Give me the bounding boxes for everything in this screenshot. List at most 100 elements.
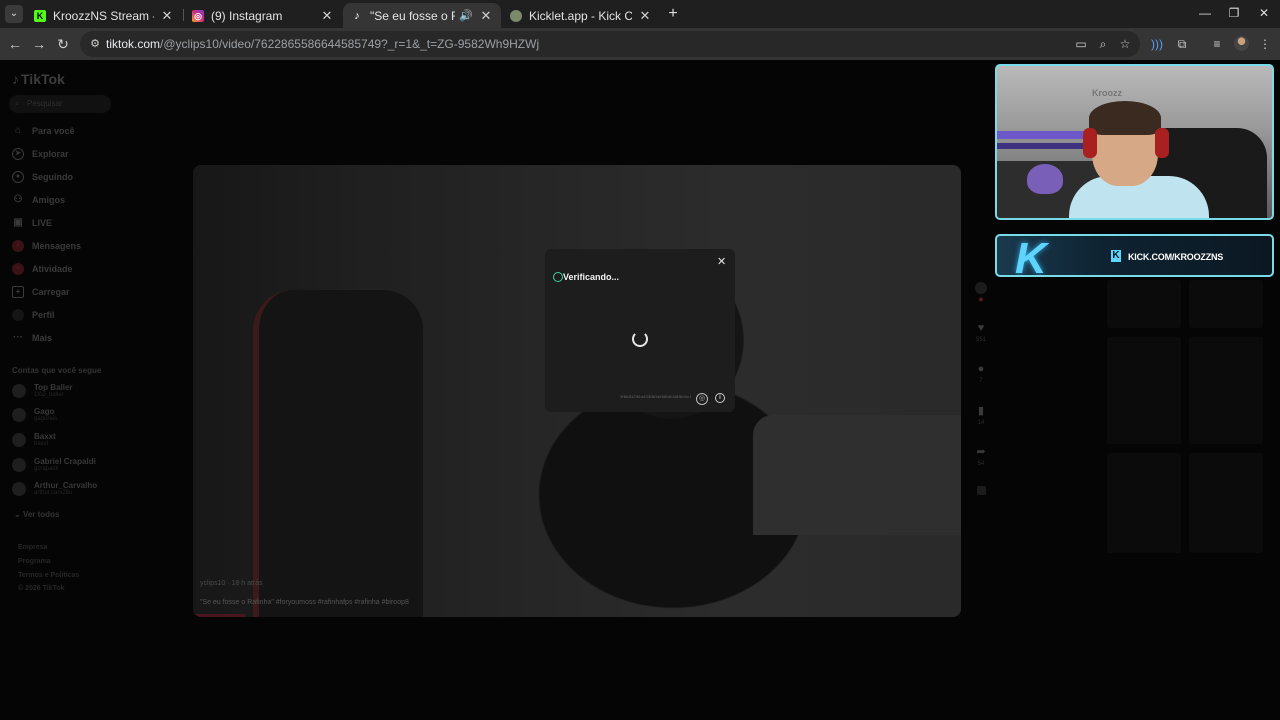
video-caption: "Se eu fosse o Rafinha" #foryoumoss #raf…: [200, 599, 409, 606]
url-text[interactable]: tiktok.com/@yclips10/video/7622865586644…: [106, 37, 539, 51]
nav-explore[interactable]: ➤ Explorar: [12, 146, 69, 162]
save-button[interactable]: ▮ 14: [973, 404, 989, 426]
tab-tiktok-video[interactable]: ♪ "Se eu fosse o Rafinha" #ba 🔊 ✕: [343, 3, 501, 28]
followed-account[interactable]: Top Baller 1top_baller: [12, 383, 73, 398]
wall-sign: Kroozz: [1092, 88, 1122, 98]
close-icon[interactable]: ✕: [160, 8, 174, 24]
followed-account[interactable]: Baxxt baxxt: [12, 432, 56, 447]
tab-instagram[interactable]: ◎ (9) Instagram ✕: [184, 3, 342, 28]
music-disc-icon: [976, 486, 986, 495]
related-video-thumb[interactable]: [1189, 337, 1263, 444]
share-button[interactable]: ➦ 54: [973, 445, 989, 467]
extension-wave-icon[interactable]: ))): [1149, 36, 1165, 52]
close-window-icon[interactable]: ✕: [1256, 6, 1272, 20]
footer-terms-link[interactable]: Termos e Políticas: [18, 572, 79, 579]
headphones-icon: [1083, 128, 1097, 158]
extensions-puzzle-icon[interactable]: ⧉: [1174, 36, 1190, 52]
kick-channel-banner: K K KICK.COM/KROOZZNS: [995, 234, 1274, 277]
close-icon[interactable]: ✕: [320, 8, 334, 24]
info-icon[interactable]: i: [715, 393, 725, 403]
restore-icon[interactable]: ❐: [1226, 6, 1242, 20]
captcha-dialog: Verificando... ✕ 3f6b81296d433f8f4ef66b8…: [545, 249, 735, 412]
related-video-thumb[interactable]: [1189, 280, 1263, 328]
share-icon: ➦: [976, 446, 986, 458]
friends-icon: ⚇: [13, 194, 23, 205]
chevron-down-icon: ⌄: [14, 510, 23, 519]
captcha-request-id: 3f6b81296d433f8f4ef66b8d38f6d4c1: [620, 394, 692, 399]
avatar: [12, 481, 26, 496]
heart-icon: ♥: [977, 322, 985, 334]
video-author[interactable]: yclips10 · 18 h atrás: [200, 580, 263, 587]
tab-kicklet[interactable]: Kicklet.app - Kick Chatbot and ✕: [502, 3, 660, 28]
see-all-link[interactable]: ⌄ Ver todos: [14, 510, 59, 519]
avatar: [12, 383, 26, 398]
comment-button[interactable]: ● 7: [973, 363, 989, 384]
activity-icon: ▼: [12, 263, 24, 275]
nav-live[interactable]: ▣ LIVE: [12, 215, 52, 231]
nav-following[interactable]: ● Seguindo: [12, 169, 73, 185]
search-icon: ⌕: [15, 99, 20, 108]
address-bar[interactable]: ⚙ tiktok.com/@yclips10/video/76228655866…: [80, 31, 1140, 57]
messages-icon: ▼: [12, 240, 24, 252]
avatar: [12, 432, 26, 447]
forward-icon[interactable]: →: [30, 35, 48, 53]
nav-upload[interactable]: + Carregar: [12, 284, 70, 300]
new-tab-button[interactable]: +: [664, 5, 682, 23]
nav-more[interactable]: ··· Mais: [12, 330, 52, 346]
site-info-icon[interactable]: ⚙: [88, 37, 102, 51]
menu-kebab-icon[interactable]: ⋮: [1257, 36, 1273, 52]
minimize-icon[interactable]: —: [1197, 6, 1213, 20]
author-avatar-button[interactable]: ●: [973, 282, 989, 304]
tab-search-button[interactable]: ⌄: [5, 5, 23, 23]
kick-small-icon: K: [1111, 250, 1121, 262]
video-progress-bar[interactable]: [193, 614, 245, 617]
zoom-icon[interactable]: ⌕: [1095, 36, 1111, 52]
close-icon[interactable]: ✕: [717, 255, 726, 268]
following-accounts-title: Contas que você segue: [12, 366, 102, 375]
search-input[interactable]: ⌕ Pesquisar: [9, 95, 111, 113]
footer-company-link[interactable]: Empresa: [18, 544, 48, 551]
kick-logo-icon: K: [1015, 234, 1047, 277]
like-button[interactable]: ♥ 551: [973, 322, 989, 343]
nav-for-you[interactable]: ⌂ Para você: [12, 123, 75, 139]
kick-channel-url: KICK.COM/KROOZZNS: [1128, 252, 1224, 262]
kicklet-icon: [510, 9, 522, 22]
footer-program-link[interactable]: Programa: [18, 558, 51, 565]
purple-plush: [1027, 164, 1063, 194]
compass-icon: ➤: [12, 148, 24, 160]
follow-plus-icon[interactable]: ●: [973, 294, 989, 304]
followed-account[interactable]: Arthur_Carvalho arthur.carv28o: [12, 481, 97, 496]
headphones-icon: [1155, 128, 1169, 158]
media-controls-icon[interactable]: ≡: [1209, 36, 1225, 52]
nav-messages[interactable]: ▼ Mensagens: [12, 238, 81, 254]
related-video-thumb[interactable]: [1107, 280, 1181, 328]
followed-account[interactable]: Gabriel Crapaldi gcrapaldi: [12, 457, 96, 472]
tiktok-logo[interactable]: ♪ TikTok: [12, 71, 65, 87]
speaker-icon[interactable]: 🔊: [459, 9, 473, 22]
back-icon[interactable]: ←: [6, 35, 24, 53]
related-video-thumb[interactable]: [1107, 453, 1181, 553]
related-video-thumb[interactable]: [1107, 337, 1181, 444]
bookmark-star-icon[interactable]: ☆: [1117, 36, 1133, 52]
avatar: [975, 282, 987, 294]
loading-ring-icon: [553, 272, 563, 282]
profile-avatar[interactable]: [1234, 36, 1249, 51]
browser-toolbar: ← → ↻ ⚙ tiktok.com/@yclips10/video/76228…: [0, 28, 1280, 60]
profile-icon: [12, 309, 24, 321]
avatar: [12, 407, 26, 422]
nav-activity[interactable]: ▼ Atividade: [12, 261, 73, 277]
video-frame-chair: [253, 290, 423, 617]
home-icon: ⌂: [14, 125, 22, 136]
reload-icon[interactable]: ↻: [54, 35, 72, 53]
followed-account[interactable]: Gago gagoreis: [12, 407, 57, 422]
tab-kick-stream[interactable]: K KroozzNS Stream - Watch Live ✕: [26, 3, 182, 28]
cast-icon[interactable]: ▭: [1073, 36, 1089, 52]
nav-friends[interactable]: ⚇ Amigos: [12, 192, 66, 208]
close-icon[interactable]: ✕: [638, 8, 652, 24]
footer-copyright: © 2026 TikTok: [18, 585, 65, 592]
related-video-thumb[interactable]: [1189, 453, 1263, 553]
nav-profile[interactable]: Perfil: [12, 307, 55, 323]
music-disc-button[interactable]: [973, 486, 989, 495]
upload-icon: +: [12, 286, 24, 298]
close-icon[interactable]: ✕: [479, 8, 493, 24]
